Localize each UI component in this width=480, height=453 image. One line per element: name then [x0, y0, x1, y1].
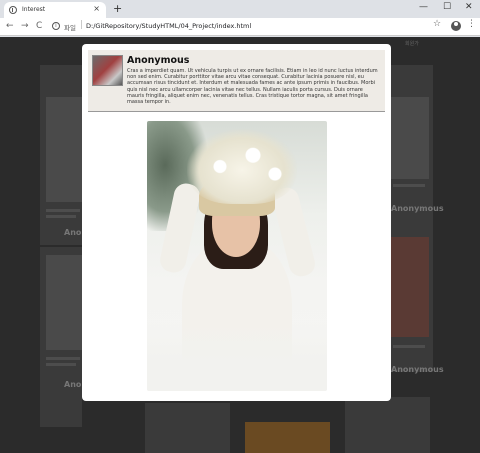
new-tab-button[interactable]: + — [113, 3, 122, 14]
globe-icon — [9, 6, 17, 14]
bg-card — [145, 403, 230, 453]
url-scheme: 파일 — [64, 24, 76, 32]
author-name: Anonymous — [127, 55, 190, 66]
photo-foreground-flowers — [147, 321, 327, 391]
bg-author: Anonymous — [391, 365, 444, 374]
divider — [88, 111, 385, 112]
maximize-button[interactable]: ☐ — [443, 2, 451, 12]
address-bar[interactable]: i 파일 | D:/GitRepository/StudyHTML/04_Pro… — [52, 20, 442, 34]
bg-text — [46, 357, 80, 360]
bg-text — [46, 363, 76, 366]
forward-button[interactable]: → — [21, 21, 29, 32]
tab-title: Interest — [22, 6, 46, 13]
menu-icon[interactable]: ⋮ — [467, 19, 476, 30]
tab-strip: Interest × + — ☐ ✕ — [0, 0, 480, 18]
bookmark-star-icon[interactable]: ☆ — [433, 19, 441, 29]
bg-text — [393, 345, 425, 348]
profile-icon[interactable] — [451, 21, 461, 31]
bg-card — [245, 422, 330, 453]
bg-text — [393, 184, 425, 187]
url-separator: | — [80, 20, 84, 30]
reload-button[interactable]: C — [36, 21, 42, 32]
bg-author: Anonymous — [391, 204, 444, 213]
page-overlay[interactable]: 회원가 Anonymous Anonymous Anonymous Anonym… — [0, 37, 480, 453]
modal-header: Anonymous Cras a imperdiet quam. Ut vehi… — [88, 50, 385, 111]
toolbar: ← → C i 파일 | D:/GitRepository/StudyHTML/… — [0, 18, 480, 36]
bg-text — [46, 209, 80, 212]
minimize-button[interactable]: — — [419, 2, 428, 12]
post-modal[interactable]: Anonymous Cras a imperdiet quam. Ut vehi… — [82, 44, 391, 401]
photo-flowers — [187, 129, 297, 204]
tab-interest[interactable]: Interest × — [4, 2, 106, 18]
tab-close-button[interactable]: × — [93, 5, 100, 13]
avatar — [92, 55, 123, 86]
info-icon[interactable]: i — [52, 22, 60, 30]
bg-image — [391, 237, 429, 337]
bg-image — [46, 97, 82, 202]
bg-nav-item: 회원가 — [405, 41, 419, 47]
url-text[interactable]: D:/GitRepository/StudyHTML/04_Project/in… — [86, 22, 251, 30]
post-photo — [147, 121, 327, 391]
bg-text — [46, 215, 76, 218]
browser-window: Interest × + — ☐ ✕ ← → C i 파일 | D:/GitRe… — [0, 0, 480, 453]
bg-card — [345, 397, 430, 453]
bg-image — [391, 97, 429, 179]
bg-image — [46, 255, 82, 350]
post-description: Cras a imperdiet quam. Ut vehicula turpi… — [127, 68, 378, 106]
back-button[interactable]: ← — [6, 21, 14, 32]
close-window-button[interactable]: ✕ — [465, 2, 473, 12]
